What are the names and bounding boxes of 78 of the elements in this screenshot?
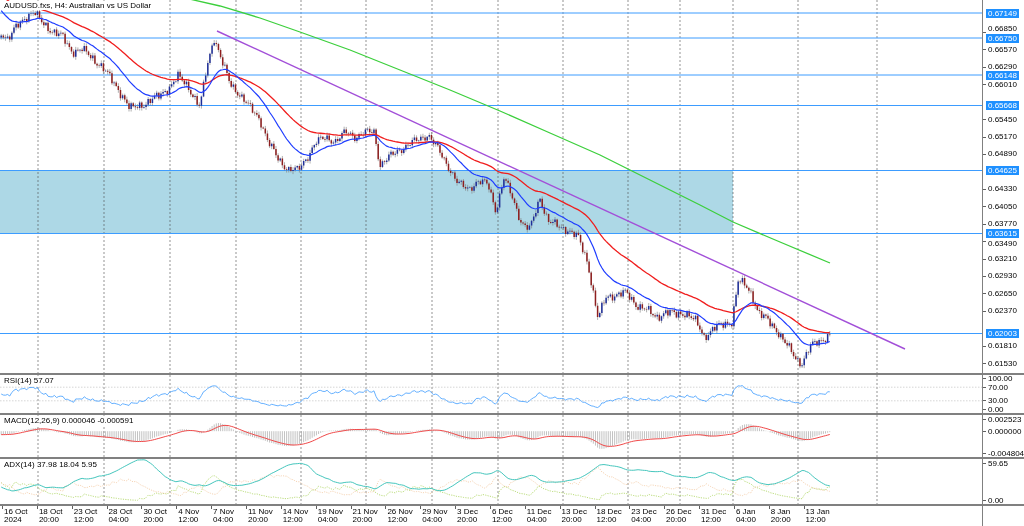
grid-line bbox=[497, 415, 499, 457]
grid-line bbox=[169, 415, 171, 457]
price-axis-label: 0.64330 bbox=[983, 184, 1017, 194]
grid-line bbox=[627, 459, 629, 504]
grid-line bbox=[37, 415, 39, 457]
grid-line bbox=[431, 415, 433, 457]
grid-line bbox=[562, 459, 564, 504]
price-level-label: 0.64625 bbox=[986, 166, 1019, 175]
grid-line bbox=[235, 415, 237, 457]
indicator-title: RSI(14) 57.07 bbox=[2, 376, 56, 385]
price-axis-label: 0.61810 bbox=[983, 341, 1017, 351]
price-level-label: 0.62003 bbox=[986, 329, 1019, 338]
price-level-label: 0.66750 bbox=[986, 33, 1019, 43]
grid-line bbox=[627, 415, 629, 457]
grid-line bbox=[627, 375, 629, 413]
price-level-label: 0.67149 bbox=[986, 8, 1019, 18]
grid-line bbox=[732, 459, 734, 504]
price-level-label: 0.66148 bbox=[986, 70, 1019, 80]
price-axis-label: 0.64890 bbox=[983, 149, 1017, 159]
grid-line bbox=[103, 375, 105, 413]
grid-line bbox=[797, 415, 799, 457]
grid-line bbox=[876, 375, 878, 413]
indicator-axis-label: 0.002523 bbox=[983, 415, 1022, 424]
price-axis-label: 0.66570 bbox=[983, 44, 1017, 54]
price-axis-label: 0.61530 bbox=[983, 358, 1017, 368]
grid-line bbox=[169, 375, 171, 413]
grid-line bbox=[797, 375, 799, 413]
indicator-axis-label: 59.65 bbox=[983, 459, 1009, 468]
indicator-title: ADX(14) 37.98 18.04 5.95 bbox=[2, 460, 99, 469]
grid-line bbox=[235, 459, 237, 504]
grid-line bbox=[365, 415, 367, 457]
grid-line bbox=[235, 375, 237, 413]
chart-title: AUDUSD.fxs, H4: Australian vs US Dollar bbox=[2, 1, 154, 10]
grid-line bbox=[103, 459, 105, 504]
indicator-axis-label: 0.000000 bbox=[983, 426, 1022, 436]
price-level-label: 0.65668 bbox=[986, 101, 1019, 110]
price-axis-label: 0.65170 bbox=[983, 132, 1017, 141]
grid-line bbox=[37, 459, 39, 504]
price-axis-label: 0.64050 bbox=[983, 201, 1017, 211]
price-axis-label: 0.66290 bbox=[983, 62, 1017, 72]
grid-line bbox=[732, 375, 734, 413]
grid-line bbox=[103, 415, 105, 457]
grid-line bbox=[876, 459, 878, 504]
grid-line bbox=[732, 415, 734, 457]
indicator-title: MACD(12,26,9) 0.000046 -0.000591 bbox=[2, 416, 136, 425]
grid-line bbox=[876, 415, 878, 457]
grid-line bbox=[679, 459, 681, 504]
price-axis-label: 0.65450 bbox=[983, 114, 1017, 124]
price-axis-label: 0.63490 bbox=[983, 239, 1017, 248]
grid-line bbox=[431, 375, 433, 413]
price-axis-label: 0.63210 bbox=[983, 254, 1017, 263]
price-axis-label: 0.62930 bbox=[983, 271, 1017, 281]
grid-line bbox=[300, 459, 302, 504]
grid-line bbox=[497, 459, 499, 504]
grid-line bbox=[679, 375, 681, 413]
grid-line bbox=[169, 459, 171, 504]
grid-line bbox=[497, 375, 499, 413]
indicator-axis-label: 30.00 bbox=[983, 395, 1009, 405]
grid-line bbox=[365, 375, 367, 413]
indicator-axis-label: 100.00 bbox=[983, 374, 1013, 383]
grid-line bbox=[300, 415, 302, 457]
grid-line bbox=[562, 375, 564, 413]
price-axis-label: 0.62370 bbox=[983, 306, 1017, 316]
grid-line bbox=[37, 375, 39, 413]
indicator-axis-label: 0.00 bbox=[983, 404, 1004, 414]
indicator-axis-label: -0.004804 bbox=[983, 448, 1024, 458]
grid-line bbox=[797, 459, 799, 504]
grid-line bbox=[679, 415, 681, 457]
price-axis-label: 0.63770 bbox=[983, 219, 1017, 229]
grid-line bbox=[431, 459, 433, 504]
price-axis-label: 0.62650 bbox=[983, 288, 1017, 298]
price-axis-label: 0.66850 bbox=[983, 24, 1017, 33]
grid-line bbox=[365, 459, 367, 504]
indicator-axis-label: 0.00 bbox=[983, 496, 1004, 505]
price-level-label: 0.63615 bbox=[986, 229, 1019, 238]
indicator-axis-label: 70.00 bbox=[983, 382, 1009, 392]
grid-line bbox=[562, 415, 564, 457]
grid-line bbox=[300, 375, 302, 413]
